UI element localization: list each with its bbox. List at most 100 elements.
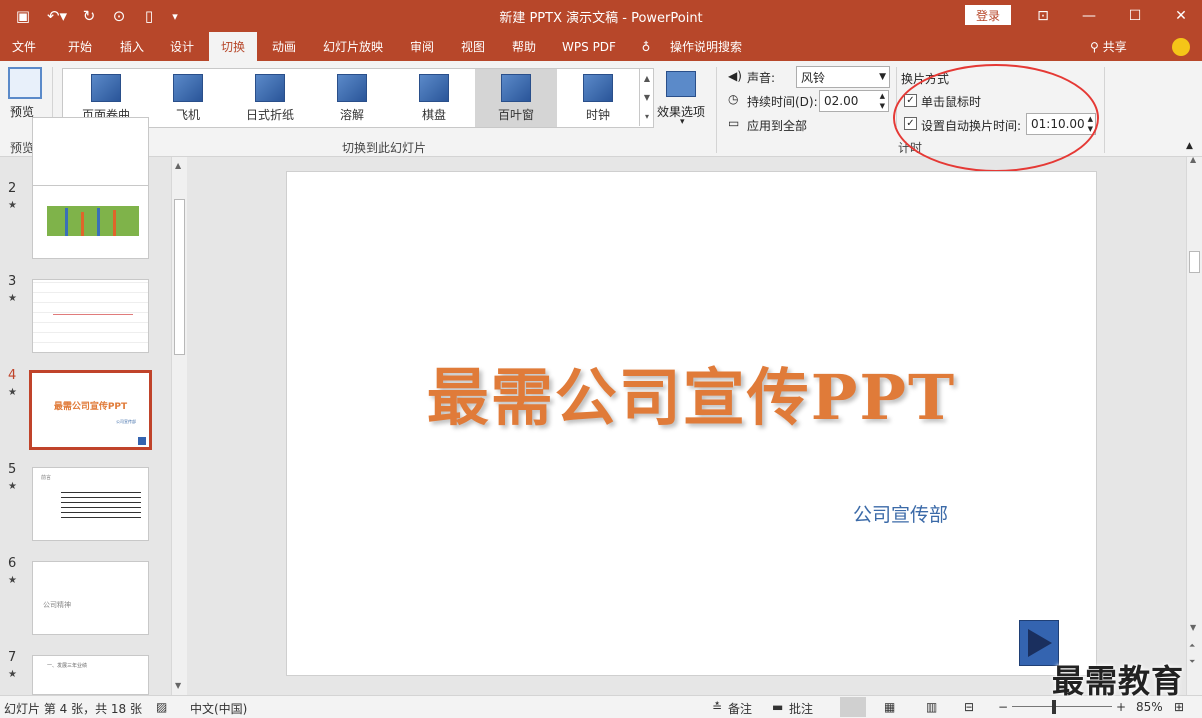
lightbulb-icon: ♁	[641, 39, 651, 54]
login-button[interactable]: 登录	[965, 5, 1011, 25]
tell-me-search[interactable]: 操作说明搜索	[664, 32, 748, 61]
scroll-up-icon[interactable]: ▲	[1190, 155, 1196, 164]
scroll-down-icon[interactable]: ▼	[1190, 623, 1196, 632]
gallery-scroll-up-icon[interactable]: ▲	[639, 69, 654, 88]
person-icon: ⚲	[1090, 39, 1099, 54]
slide-thumbnail-3[interactable]	[32, 279, 149, 353]
animation-star-icon: ★	[8, 200, 17, 211]
scroll-down-icon[interactable]: ▼	[175, 681, 181, 690]
spinner-icon[interactable]: ▲ ▼	[880, 91, 885, 111]
effect-options-icon[interactable]	[666, 71, 696, 97]
ribbon-display-options-icon[interactable]: ⊡	[1020, 0, 1066, 32]
scroll-thumb[interactable]	[174, 199, 185, 355]
tab-design[interactable]: 设计	[158, 32, 206, 61]
share-button[interactable]: ⚲ 共享	[1090, 32, 1127, 61]
slide-number: 6	[8, 556, 17, 571]
tab-insert[interactable]: 插入	[108, 32, 156, 61]
chevron-down-icon: ▼	[879, 72, 886, 82]
status-bar: 幻灯片 第 4 张，共 18 张 ▨ 中文(中国) ≛ 备注 ▬ 批注 ▦ ▥ …	[0, 695, 1202, 718]
gallery-more-icon[interactable]: ▾	[639, 107, 654, 126]
transition-airplane[interactable]: 飞机	[147, 69, 229, 127]
thumb-title: 一、发展三年业绩	[47, 663, 88, 669]
sound-select[interactable]: 风铃 ▼	[796, 66, 890, 88]
tab-wps-pdf[interactable]: WPS PDF	[556, 32, 622, 61]
previous-slide-icon[interactable]: ⏶	[1189, 641, 1195, 651]
slides-pane-scrollbar[interactable]: ▲ ▼	[171, 157, 187, 695]
tab-slideshow[interactable]: 幻灯片放映	[316, 32, 390, 61]
transition-dissolve[interactable]: 溶解	[311, 69, 393, 127]
gallery-scroll-down-icon[interactable]: ▼	[639, 88, 654, 107]
slide-thumbnail-5[interactable]: 前言	[32, 467, 149, 541]
maximize-icon[interactable]: ☐	[1112, 0, 1158, 32]
tab-animations[interactable]: 动画	[260, 32, 308, 61]
slide-thumbnail-6[interactable]: 公司精神	[32, 561, 149, 635]
tab-view[interactable]: 视图	[449, 32, 497, 61]
minimize-icon[interactable]: —	[1066, 0, 1112, 32]
next-slide-icon[interactable]: ⏷	[1189, 657, 1195, 667]
transition-clock[interactable]: 时钟	[557, 69, 639, 127]
feedback-smiley-icon[interactable]	[1172, 38, 1190, 56]
save-icon[interactable]: ▣	[12, 6, 34, 26]
collapse-ribbon-icon[interactable]: ▲	[1186, 141, 1193, 151]
thumb-bar	[113, 210, 116, 236]
notes-button[interactable]: 备注	[728, 700, 752, 717]
slide-number: 7	[8, 650, 17, 665]
slide-counter: 幻灯片 第 4 张，共 18 张	[4, 702, 142, 716]
page-curl-icon	[91, 74, 121, 102]
ribbon-tabs: 文件 开始 插入 设计 切换 动画 幻灯片放映 审阅 视图 帮助 WPS PDF…	[0, 32, 1202, 61]
slide-subtitle[interactable]: 公司宣传部	[853, 500, 948, 527]
slide-canvas[interactable]: 最需公司宣传PPT 公司宣传部	[286, 171, 1097, 676]
slide-thumbnail-7[interactable]: 一、发展三年业绩	[32, 655, 149, 695]
zoom-slider[interactable]	[1012, 706, 1112, 707]
animation-star-icon: ★	[8, 387, 17, 398]
tab-help[interactable]: 帮助	[500, 32, 548, 61]
transition-origami[interactable]: 日式折纸	[229, 69, 311, 127]
customize-toolbar-icon[interactable]: ▾	[166, 6, 184, 26]
transition-blinds[interactable]: 百叶窗	[475, 69, 557, 127]
slide-scrollbar[interactable]: ▲ ▼ ⏶ ⏷	[1186, 155, 1202, 695]
slides-pane: 2 ★ 3 ★ 4 ★ 最需公司宣传PPT 公司宣传部 5 ★ 前言 6 ★ 公…	[0, 117, 190, 695]
tab-file[interactable]: 文件	[0, 32, 48, 61]
slide-thumbnail-4[interactable]: 最需公司宣传PPT 公司宣传部	[29, 370, 152, 450]
checkerboard-icon	[419, 74, 449, 102]
zoom-in-icon[interactable]: +	[1116, 700, 1126, 714]
group-divider	[716, 67, 717, 153]
tab-transitions[interactable]: 切换	[209, 32, 257, 61]
duration-input[interactable]: 02.00 ▲ ▼	[819, 90, 889, 112]
language-indicator[interactable]: 中文(中国)	[190, 700, 247, 717]
reading-view-icon[interactable]: ▥	[926, 700, 937, 714]
apply-all-button[interactable]: 应用到全部	[747, 117, 807, 134]
slide-title[interactable]: 最需公司宣传PPT	[287, 347, 1096, 437]
spelling-icon[interactable]: ▨	[156, 700, 167, 714]
redo-icon[interactable]: ↻	[78, 6, 100, 26]
comments-icon: ▬	[772, 700, 784, 714]
undo-icon[interactable]: ↶▾	[42, 6, 72, 26]
effect-options-dropdown-icon[interactable]: ▾	[680, 117, 685, 127]
play-triangle-icon	[1028, 629, 1052, 657]
slide-thumbnail-1[interactable]	[32, 117, 149, 191]
comments-button[interactable]: 批注	[789, 700, 813, 717]
scroll-thumb[interactable]	[1189, 251, 1200, 273]
thumb-mindmap-line	[53, 314, 133, 315]
slide-thumbnail-2[interactable]	[32, 185, 149, 259]
slideshow-start-icon[interactable]: ⊙	[108, 6, 130, 26]
slideshow-view-icon[interactable]: ⊟	[964, 700, 974, 714]
zoom-out-icon[interactable]: −	[998, 700, 1008, 714]
animation-star-icon: ★	[8, 481, 17, 492]
normal-view-icon[interactable]	[840, 697, 866, 717]
zoom-slider-thumb[interactable]	[1052, 700, 1056, 714]
close-icon[interactable]: ✕	[1158, 0, 1202, 32]
scroll-up-icon[interactable]: ▲	[175, 161, 181, 170]
duration-clock-icon: ◷	[728, 92, 739, 106]
preview-button[interactable]: 预览	[10, 103, 34, 120]
transition-checkerboard[interactable]: 棋盘	[393, 69, 475, 127]
tab-home[interactable]: 开始	[56, 32, 104, 61]
animation-star-icon: ★	[8, 575, 17, 586]
clock-icon	[583, 74, 613, 102]
fit-to-window-icon[interactable]: ⊞	[1174, 700, 1184, 714]
slide-sorter-icon[interactable]: ▦	[884, 700, 895, 714]
preview-icon[interactable]	[8, 67, 42, 99]
zoom-level[interactable]: 85%	[1136, 700, 1163, 714]
new-file-icon[interactable]: ▯	[138, 6, 160, 26]
tab-review[interactable]: 审阅	[398, 32, 446, 61]
